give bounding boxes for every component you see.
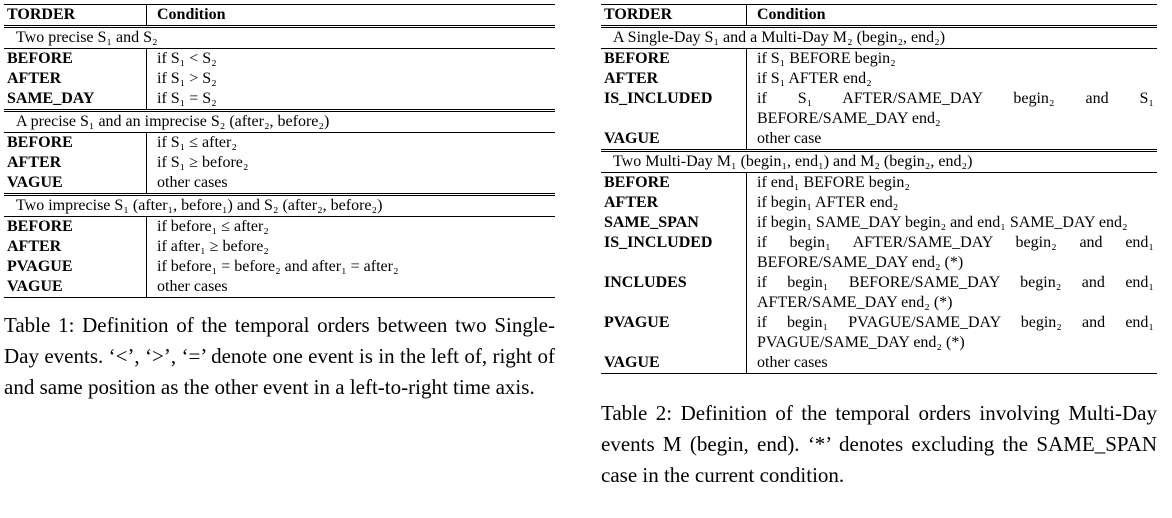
table-row: PVAGUE if before₁ = before₂ and after₁ =…: [4, 257, 555, 277]
table2-section-title: Two Multi-Day M₁ (begin₁, end₁) and M₂ (…: [601, 149, 1157, 173]
condition-cell: other cases: [157, 174, 228, 191]
torder-cell: VAGUE: [601, 129, 747, 151]
torder-cell: IS_INCLUDED: [601, 89, 747, 129]
table2-column: TORDER Condition A Single-Day S₁ and a M…: [601, 4, 1157, 491]
table1-section-1-header: Two precise S₁ and S₂: [4, 25, 555, 49]
condition-cell: if begin₁ AFTER end₂: [757, 194, 899, 211]
torder-cell: IS_INCLUDED: [601, 233, 747, 273]
torder-cell: AFTER: [601, 193, 747, 213]
condition-cell: if S₁ > S₂: [157, 70, 217, 87]
torder-cell: AFTER: [4, 237, 147, 257]
table-row: AFTER if begin₁ AFTER end₂: [601, 193, 1157, 213]
condition-cell: if S₁ ≥ before₂: [157, 154, 249, 171]
table1-header-condition: Condition: [146, 4, 555, 27]
torder-cell: VAGUE: [601, 353, 747, 374]
condition-cell: if before₁ ≤ after₂: [157, 218, 269, 235]
table2-caption: Table 2: Definition of the temporal orde…: [601, 401, 1157, 487]
table-row: VAGUE other case: [601, 129, 1157, 151]
condition-cell: if S₁ AFTER end₂: [757, 70, 872, 87]
table2-section-2-header: Two Multi-Day M₁ (begin₁, end₁) and M₂ (…: [601, 149, 1157, 173]
table1-header-torder: TORDER: [4, 4, 147, 27]
table-row: AFTER if S₁ > S₂: [4, 69, 555, 89]
table-row: IS_INCLUDED if S₁ AFTER/SAME_DAY begin₂ …: [601, 89, 1157, 129]
torder-cell: BEFORE: [601, 172, 747, 193]
table-row: PVAGUE if begin₁ PVAGUE/SAME_DAY begin₂ …: [601, 313, 1157, 353]
condition-cell: other cases: [746, 353, 1157, 374]
torder-cell: PVAGUE: [4, 257, 147, 277]
table-row: BEFORE if S₁ < S₂: [4, 48, 555, 69]
torder-cell: AFTER: [601, 69, 747, 89]
condition-cell: other cases: [146, 277, 555, 298]
table-row: BEFORE if end₁ BEFORE begin₂: [601, 172, 1157, 193]
condition-cell: if S₁ < S₂: [157, 50, 217, 67]
condition-cell: other case: [757, 130, 822, 147]
torder-cell: BEFORE: [4, 48, 147, 69]
table-row: BEFORE if S₁ ≤ after₂: [4, 132, 555, 153]
condition-cell: if S₁ AFTER/SAME_DAY begin₂ and S₁ BEFOR…: [757, 90, 1154, 127]
table2-header-condition: Condition: [746, 4, 1157, 27]
torder-cell: BEFORE: [4, 132, 147, 153]
table-row: IS_INCLUDED if begin₁ AFTER/SAME_DAY beg…: [601, 233, 1157, 273]
condition-cell: if begin₁ AFTER/SAME_DAY begin₂ and end₁…: [757, 234, 1154, 271]
torder-cell: VAGUE: [4, 173, 147, 195]
condition-cell: if S₁ ≤ after₂: [157, 134, 237, 151]
table1-column: TORDER Condition Two precise S₁ and S₂ B…: [4, 4, 555, 403]
table2: TORDER Condition A Single-Day S₁ and a M…: [601, 4, 1157, 374]
condition-cell: if before₁ = before₂ and after₁ = after₂: [157, 258, 399, 275]
table-row: BEFORE if S₁ BEFORE begin₂: [601, 48, 1157, 69]
table2-section-1-header: A Single-Day S₁ and a Multi-Day M₂ (begi…: [601, 25, 1157, 49]
table-row: AFTER if after₁ ≥ before₂: [4, 237, 555, 257]
torder-cell: BEFORE: [601, 48, 747, 69]
table1-section-title: A precise S₁ and an imprecise S₂ (after₂…: [4, 109, 555, 133]
table-row: VAGUE other cases: [601, 353, 1157, 374]
table1-section-2-header: A precise S₁ and an imprecise S₂ (after₂…: [4, 109, 555, 133]
table-row: INCLUDES if begin₁ BEFORE/SAME_DAY begin…: [601, 273, 1157, 313]
torder-cell: INCLUDES: [601, 273, 747, 313]
torder-cell: PVAGUE: [601, 313, 747, 353]
table1-header-row: TORDER Condition: [4, 4, 555, 27]
condition-cell: if end₁ BEFORE begin₂: [757, 174, 910, 191]
table2-header-torder: TORDER: [601, 4, 747, 27]
condition-cell: if S₁ BEFORE begin₂: [757, 50, 896, 67]
condition-cell: if begin₁ BEFORE/SAME_DAY begin₂ and end…: [757, 274, 1154, 311]
table-row: SAME_DAY if S₁ = S₂: [4, 89, 555, 111]
table1-caption: Table 1: Definition of the temporal orde…: [4, 313, 555, 399]
table-row: VAGUE other cases: [4, 277, 555, 298]
torder-cell: BEFORE: [4, 216, 147, 237]
table1-section-title: Two imprecise S₁ (after₁, before₁) and S…: [4, 193, 555, 217]
table1-section-title: Two precise S₁ and S₂: [4, 25, 555, 49]
torder-cell: AFTER: [4, 153, 147, 173]
table1: TORDER Condition Two precise S₁ and S₂ B…: [4, 4, 555, 298]
torder-cell: SAME_SPAN: [601, 213, 747, 233]
torder-cell: AFTER: [4, 69, 147, 89]
table-row: VAGUE other cases: [4, 173, 555, 195]
torder-cell: VAGUE: [4, 277, 147, 298]
table2-header-row: TORDER Condition: [601, 4, 1157, 27]
table2-section-title: A Single-Day S₁ and a Multi-Day M₂ (begi…: [601, 25, 1157, 49]
condition-cell: if after₁ ≥ before₂: [157, 238, 269, 255]
table-row: AFTER if S₁ ≥ before₂: [4, 153, 555, 173]
table-row: SAME_SPAN if begin₁ SAME_DAY begin₂ and …: [601, 213, 1157, 233]
table1-section-3-header: Two imprecise S₁ (after₁, before₁) and S…: [4, 193, 555, 217]
torder-cell: SAME_DAY: [4, 89, 147, 111]
table-row: BEFORE if before₁ ≤ after₂: [4, 216, 555, 237]
condition-cell: if begin₁ SAME_DAY begin₂ and end₁ SAME_…: [757, 214, 1128, 231]
table-row: AFTER if S₁ AFTER end₂: [601, 69, 1157, 89]
condition-cell: if begin₁ PVAGUE/SAME_DAY begin₂ and end…: [757, 314, 1154, 351]
condition-cell: if S₁ = S₂: [157, 90, 217, 107]
